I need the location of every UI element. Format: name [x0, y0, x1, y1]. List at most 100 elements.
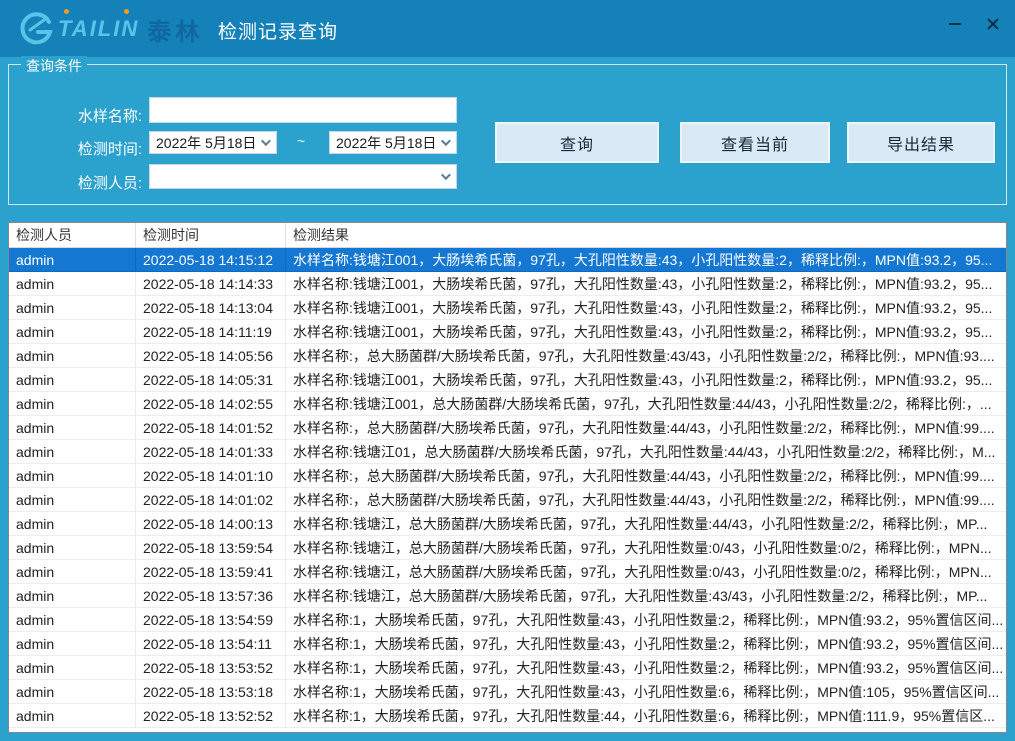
date-from-value: 2022年 5月18日	[156, 133, 256, 153]
close-button[interactable]	[983, 14, 1003, 34]
detect-time-label: 检测时间:	[62, 138, 142, 159]
chevron-down-icon	[441, 136, 451, 146]
table-row[interactable]: admin 2022-05-18 13:53:18 水样名称:1，大肠埃希氏菌，…	[9, 680, 1006, 704]
date-to-value: 2022年 5月18日	[336, 133, 436, 153]
cell-result: 水样名称:1，大肠埃希氏菌，97孔，大孔阳性数量:43，小孔阳性数量:2，稀释比…	[286, 656, 1006, 679]
cell-operator: admin	[9, 248, 136, 271]
table-row[interactable]: admin 2022-05-18 14:13:04 水样名称:钱塘江001，大肠…	[9, 296, 1006, 320]
cell-time: 2022-05-18 14:05:56	[136, 344, 286, 367]
cell-operator: admin	[9, 320, 136, 343]
date-range-separator: ~	[297, 133, 305, 149]
cell-operator: admin	[9, 632, 136, 655]
query-panel-title: 查询条件	[21, 56, 87, 76]
cell-time: 2022-05-18 13:54:11	[136, 632, 286, 655]
table-row[interactable]: admin 2022-05-18 14:05:31 水样名称:钱塘江001，大肠…	[9, 368, 1006, 392]
cell-result: 水样名称:钱塘江，总大肠菌群/大肠埃希氏菌，97孔，大孔阳性数量:0/43，小孔…	[286, 560, 1006, 583]
column-header-result[interactable]: 检测结果	[286, 223, 1006, 247]
cell-result: 水样名称:钱塘江001，大肠埃希氏菌，97孔，大孔阳性数量:43，小孔阳性数量:…	[286, 296, 1006, 319]
brand-text: TAILIN	[58, 16, 139, 42]
sample-name-input[interactable]	[149, 97, 457, 123]
minimize-icon	[949, 23, 961, 25]
brand-dot-icon	[124, 9, 129, 14]
table-row[interactable]: admin 2022-05-18 14:11:19 水样名称:钱塘江001，大肠…	[9, 320, 1006, 344]
date-from-picker[interactable]: 2022年 5月18日	[149, 131, 277, 154]
cell-operator: admin	[9, 680, 136, 703]
cell-time: 2022-05-18 13:59:41	[136, 560, 286, 583]
cell-result: 水样名称:钱塘江01，总大肠菌群/大肠埃希氏菌，97孔，大孔阳性数量:44/43…	[286, 440, 1006, 463]
table-row[interactable]: admin 2022-05-18 13:54:11 水样名称:1，大肠埃希氏菌，…	[9, 632, 1006, 656]
cell-time: 2022-05-18 14:01:52	[136, 416, 286, 439]
logo-g-icon	[18, 12, 54, 46]
cell-operator: admin	[9, 464, 136, 487]
titlebar: TAILIN 泰林 检测记录查询	[0, 0, 1015, 57]
view-current-button[interactable]: 查看当前	[680, 122, 830, 163]
cell-time: 2022-05-18 14:15:12	[136, 248, 286, 271]
cell-operator: admin	[9, 416, 136, 439]
cell-time: 2022-05-18 14:02:55	[136, 392, 286, 415]
operator-select[interactable]	[149, 164, 457, 189]
table-row[interactable]: admin 2022-05-18 14:14:33 水样名称:钱塘江001，大肠…	[9, 272, 1006, 296]
table-row[interactable]: admin 2022-05-18 14:01:10 水样名称:，总大肠菌群/大肠…	[9, 464, 1006, 488]
table-row[interactable]: admin 2022-05-18 13:54:59 水样名称:1，大肠埃希氏菌，…	[9, 608, 1006, 632]
cell-operator: admin	[9, 656, 136, 679]
cell-operator: admin	[9, 368, 136, 391]
cell-operator: admin	[9, 536, 136, 559]
cell-time: 2022-05-18 13:54:59	[136, 608, 286, 631]
export-results-button[interactable]: 导出结果	[847, 122, 995, 163]
cell-time: 2022-05-18 13:53:52	[136, 656, 286, 679]
cell-operator: admin	[9, 512, 136, 535]
table-row[interactable]: admin 2022-05-18 14:01:02 水样名称:，总大肠菌群/大肠…	[9, 488, 1006, 512]
cell-result: 水样名称:钱塘江，总大肠菌群/大肠埃希氏菌，97孔，大孔阳性数量:44/43，小…	[286, 512, 1006, 535]
cell-operator: admin	[9, 440, 136, 463]
cell-time: 2022-05-18 14:01:10	[136, 464, 286, 487]
table-row[interactable]: admin 2022-05-18 13:52:52 水样名称:1，大肠埃希氏菌，…	[9, 704, 1006, 728]
table-header: 检测人员 检测时间 检测结果	[9, 223, 1006, 248]
query-button[interactable]: 查询	[495, 122, 659, 163]
query-conditions-panel: 查询条件 水样名称: 检测时间: 2022年 5月18日 ~ 2022年 5月1…	[8, 64, 1007, 205]
table-row[interactable]: admin 2022-05-18 14:01:33 水样名称:钱塘江01，总大肠…	[9, 440, 1006, 464]
logo: TAILIN 泰林	[18, 10, 203, 48]
cell-result: 水样名称:钱塘江001，大肠埃希氏菌，97孔，大孔阳性数量:43，小孔阳性数量:…	[286, 272, 1006, 295]
cell-operator: admin	[9, 344, 136, 367]
cell-result: 水样名称:1，大肠埃希氏菌，97孔，大孔阳性数量:43，小孔阳性数量:6，稀释比…	[286, 680, 1006, 703]
cell-result: 水样名称:钱塘江，总大肠菌群/大肠埃希氏菌，97孔，大孔阳性数量:0/43，小孔…	[286, 536, 1006, 559]
cell-operator: admin	[9, 560, 136, 583]
cell-time: 2022-05-18 14:01:02	[136, 488, 286, 511]
table-row[interactable]: admin 2022-05-18 14:01:52 水样名称:，总大肠菌群/大肠…	[9, 416, 1006, 440]
cell-result: 水样名称:钱塘江001，大肠埃希氏菌，97孔，大孔阳性数量:43，小孔阳性数量:…	[286, 368, 1006, 391]
table-row[interactable]: admin 2022-05-18 14:05:56 水样名称:，总大肠菌群/大肠…	[9, 344, 1006, 368]
cell-result: 水样名称:钱塘江001，大肠埃希氏菌，97孔，大孔阳性数量:43，小孔阳性数量:…	[286, 320, 1006, 343]
table-row[interactable]: admin 2022-05-18 14:00:13 水样名称:钱塘江，总大肠菌群…	[9, 512, 1006, 536]
cell-result: 水样名称:1，大肠埃希氏菌，97孔，大孔阳性数量:44，小孔阳性数量:6，稀释比…	[286, 704, 1006, 727]
cell-time: 2022-05-18 13:53:18	[136, 680, 286, 703]
operator-label: 检测人员:	[62, 172, 142, 193]
cell-result: 水样名称:，总大肠菌群/大肠埃希氏菌，97孔，大孔阳性数量:44/43，小孔阳性…	[286, 416, 1006, 439]
table-row[interactable]: admin 2022-05-18 13:53:52 水样名称:1，大肠埃希氏菌，…	[9, 656, 1006, 680]
table-body: admin 2022-05-18 14:15:12 水样名称:钱塘江001，大肠…	[9, 248, 1006, 728]
cell-time: 2022-05-18 14:00:13	[136, 512, 286, 535]
table-row[interactable]: admin 2022-05-18 13:59:41 水样名称:钱塘江，总大肠菌群…	[9, 560, 1006, 584]
cell-result: 水样名称:1，大肠埃希氏菌，97孔，大孔阳性数量:43，小孔阳性数量:2，稀释比…	[286, 632, 1006, 655]
sample-name-label: 水样名称:	[62, 105, 142, 126]
cell-time: 2022-05-18 13:52:52	[136, 704, 286, 727]
cell-time: 2022-05-18 14:13:04	[136, 296, 286, 319]
cell-result: 水样名称:钱塘江，总大肠菌群/大肠埃希氏菌，97孔，大孔阳性数量:43/43，小…	[286, 584, 1006, 607]
table-row[interactable]: admin 2022-05-18 14:15:12 水样名称:钱塘江001，大肠…	[9, 248, 1006, 272]
brand-text-cn: 泰林	[147, 12, 203, 47]
cell-operator: admin	[9, 296, 136, 319]
column-header-operator[interactable]: 检测人员	[9, 223, 136, 247]
table-row[interactable]: admin 2022-05-18 13:59:54 水样名称:钱塘江，总大肠菌群…	[9, 536, 1006, 560]
window-controls	[945, 14, 1003, 34]
cell-time: 2022-05-18 14:05:31	[136, 368, 286, 391]
page-title: 检测记录查询	[218, 17, 338, 44]
table-row[interactable]: admin 2022-05-18 13:57:36 水样名称:钱塘江，总大肠菌群…	[9, 584, 1006, 608]
app-window: TAILIN 泰林 检测记录查询 查询条件 水样名称: 检测时间: 2022年 …	[0, 0, 1015, 741]
column-header-time[interactable]: 检测时间	[136, 223, 286, 247]
date-to-picker[interactable]: 2022年 5月18日	[329, 131, 457, 154]
cell-operator: admin	[9, 584, 136, 607]
chevron-down-icon	[441, 170, 451, 180]
cell-time: 2022-05-18 13:59:54	[136, 536, 286, 559]
minimize-button[interactable]	[945, 14, 965, 34]
table-row[interactable]: admin 2022-05-18 14:02:55 水样名称:钱塘江001，总大…	[9, 392, 1006, 416]
cell-time: 2022-05-18 13:57:36	[136, 584, 286, 607]
